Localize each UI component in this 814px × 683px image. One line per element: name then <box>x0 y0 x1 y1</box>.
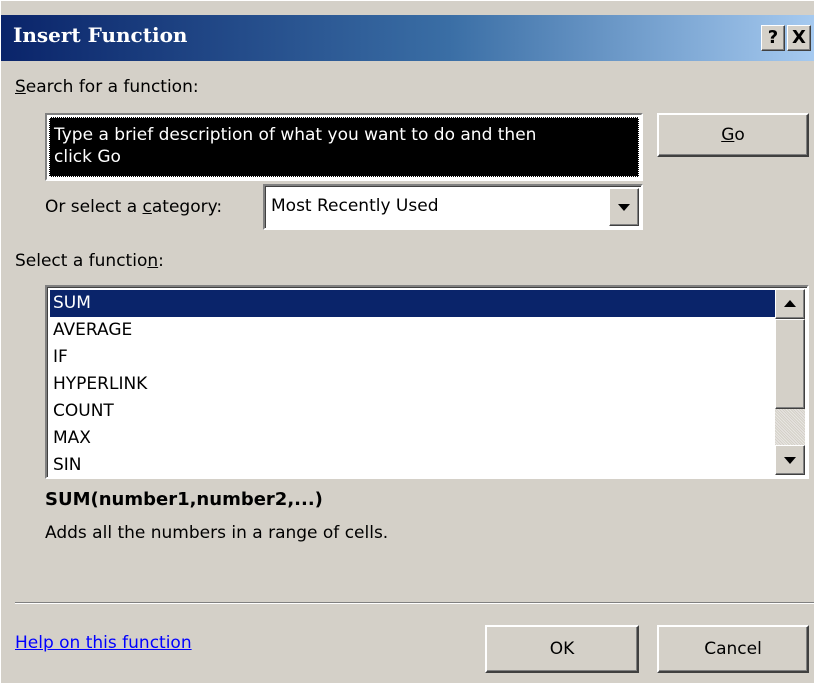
function-list-item[interactable]: IF <box>50 344 778 371</box>
function-list-items: SUM AVERAGE IF HYPERLINK COUNT MAX SIN <box>50 290 778 477</box>
insert-function-dialog: Insert Function ? X Search for a functio… <box>0 0 814 683</box>
function-list-item[interactable]: AVERAGE <box>50 317 778 344</box>
scroll-up-button[interactable] <box>775 289 805 319</box>
function-list-item[interactable]: SIN <box>50 452 778 477</box>
function-list-item[interactable]: SUM <box>50 290 778 317</box>
cancel-button[interactable]: Cancel <box>657 625 809 673</box>
function-list-label: Select a function: <box>15 251 164 271</box>
chevron-down-icon <box>618 204 630 211</box>
arrow-up-icon <box>784 300 796 307</box>
search-label: Search for a function: <box>15 77 199 97</box>
function-list-item[interactable]: HYPERLINK <box>50 371 778 398</box>
category-label: Or select a category: <box>45 197 223 217</box>
search-input[interactable]: Type a brief description of what you wan… <box>45 113 643 181</box>
dialog-title: Insert Function <box>13 23 188 47</box>
function-list-scrollbar[interactable] <box>775 289 805 475</box>
function-signature: SUM(number1,number2,...) <box>45 489 323 510</box>
arrow-down-icon <box>784 457 796 464</box>
category-select[interactable]: Most Recently Used <box>263 184 643 230</box>
function-list-item[interactable]: MAX <box>50 425 778 452</box>
help-question-icon[interactable]: ? <box>761 25 785 51</box>
ok-button[interactable]: OK <box>485 625 639 673</box>
footer-divider <box>15 602 814 604</box>
function-list-item[interactable]: COUNT <box>50 398 778 425</box>
help-on-function-link[interactable]: Help on this function <box>15 633 192 653</box>
function-list[interactable]: SUM AVERAGE IF HYPERLINK COUNT MAX SIN <box>45 285 809 479</box>
scroll-down-button[interactable] <box>775 445 805 475</box>
category-select-value: Most Recently Used <box>271 196 439 216</box>
close-icon[interactable]: X <box>787 25 811 51</box>
category-dropdown-button[interactable] <box>609 188 639 226</box>
go-button[interactable]: Go <box>657 113 809 157</box>
search-input-text[interactable]: Type a brief description of what you wan… <box>49 117 639 177</box>
title-bar[interactable]: Insert Function ? X <box>1 15 814 61</box>
function-description: Adds all the numbers in a range of cells… <box>45 523 389 543</box>
scroll-thumb[interactable] <box>775 319 805 409</box>
